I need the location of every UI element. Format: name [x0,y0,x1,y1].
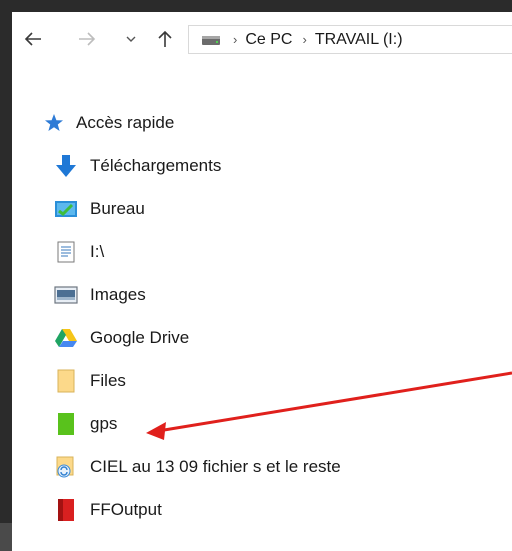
download-arrow-icon [54,154,78,178]
tree-item-label: I:\ [90,242,105,261]
navigation-bar: › Ce PC › TRAVAIL (I:) [12,12,512,66]
recent-locations-button[interactable] [118,26,144,52]
arrow-right-icon [79,32,96,46]
green-folder-icon [54,412,78,436]
breadcrumb-ce-pc[interactable]: Ce PC [245,31,292,49]
breadcrumb-separator: › [302,32,307,47]
drive-icon [201,34,221,46]
tree-item-label: Accès rapide [76,113,175,132]
address-bar[interactable]: › Ce PC › TRAVAIL (I:) [188,25,512,54]
tree-item-label: CIEL au 13 09 fichier s et le reste [90,457,341,476]
desktop-icon [54,197,78,221]
explorer-window: › Ce PC › TRAVAIL (I:) Accès rapide Télé… [12,12,512,551]
document-icon [54,240,78,264]
tree-item-google-drive[interactable]: Google Drive [54,323,512,353]
breadcrumb-travail[interactable]: TRAVAIL (I:) [315,31,403,49]
arrow-left-icon [24,32,41,46]
back-button[interactable] [20,26,46,52]
tree-item-label: FFOutput [90,500,162,519]
tree-item-quick-access[interactable]: Accès rapide [42,108,502,138]
tree-item-telechargements[interactable]: Téléchargements [54,151,512,181]
tree-item-label: gps [90,414,118,433]
background-strip [0,523,12,551]
tree-item-label: Bureau [90,199,145,218]
up-button[interactable] [152,26,178,52]
tree-item-files[interactable]: Files [54,366,512,396]
tree-item-gps[interactable]: gps [54,409,512,439]
folder-icon [54,369,78,393]
google-drive-icon [54,326,78,350]
tree-item-i-drive[interactable]: I:\ [54,237,512,267]
red-folder-icon [54,498,78,522]
tree-item-bureau[interactable]: Bureau [54,194,512,224]
tree-item-ciel[interactable]: CIEL au 13 09 fichier s et le reste [54,452,512,482]
tree-item-label: Images [90,285,146,304]
arrow-up-icon [158,30,172,47]
star-icon [42,111,66,135]
tree-item-label: Files [90,371,126,390]
images-icon [54,283,78,307]
tree-item-label: Téléchargements [90,156,222,175]
tree-item-label: Google Drive [90,328,190,347]
tree-item-ffoutput[interactable]: FFOutput [54,495,512,525]
forward-button[interactable] [74,26,100,52]
breadcrumb-separator: › [233,32,238,47]
chevron-down-icon [126,36,136,42]
tree-item-images[interactable]: Images [54,280,512,310]
sync-folder-icon [54,455,78,479]
